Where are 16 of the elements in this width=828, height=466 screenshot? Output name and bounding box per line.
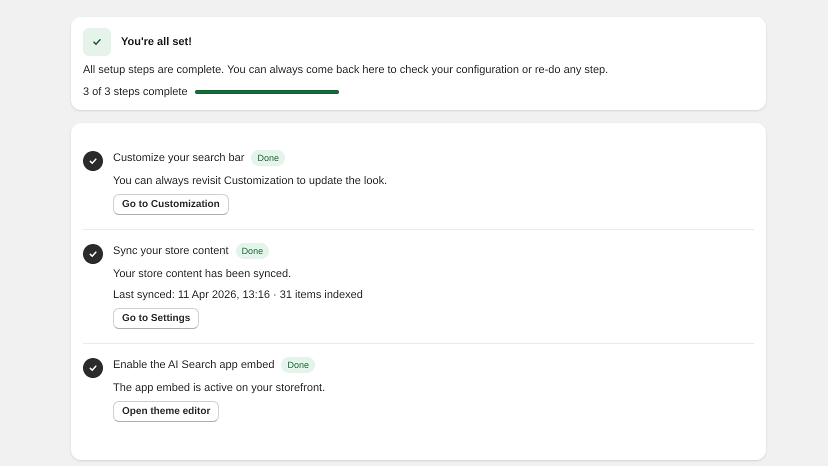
step-title: Enable the AI Search app embed	[113, 358, 274, 370]
status-badge: Done	[236, 242, 270, 258]
step-button[interactable]: Open theme editor	[113, 401, 220, 422]
status-badge: Done	[251, 150, 285, 166]
summary-title: You're all set!	[121, 36, 192, 48]
step-description: You can always revisit Customization to update the look.	[113, 175, 388, 187]
step-description: The app embed is active on your storefront.	[113, 382, 326, 394]
step-title: Customize your search bar	[113, 152, 244, 164]
step-button[interactable]: Go to Customization	[113, 194, 229, 215]
status-badge: Done	[281, 356, 315, 372]
step-title: Sync your store content	[113, 244, 229, 256]
step-button[interactable]: Go to Settings	[113, 308, 200, 329]
step-description: Last synced: 11 Apr 2026, 13:16 · 31 items indexed	[113, 289, 363, 301]
step-description: Your store content has been synced.	[113, 268, 292, 280]
summary-message: All setup steps are complete. You can always come back here to check your configuration or re-do any step.	[83, 64, 610, 76]
progress-label: 3 of 3 steps complete	[83, 86, 188, 98]
